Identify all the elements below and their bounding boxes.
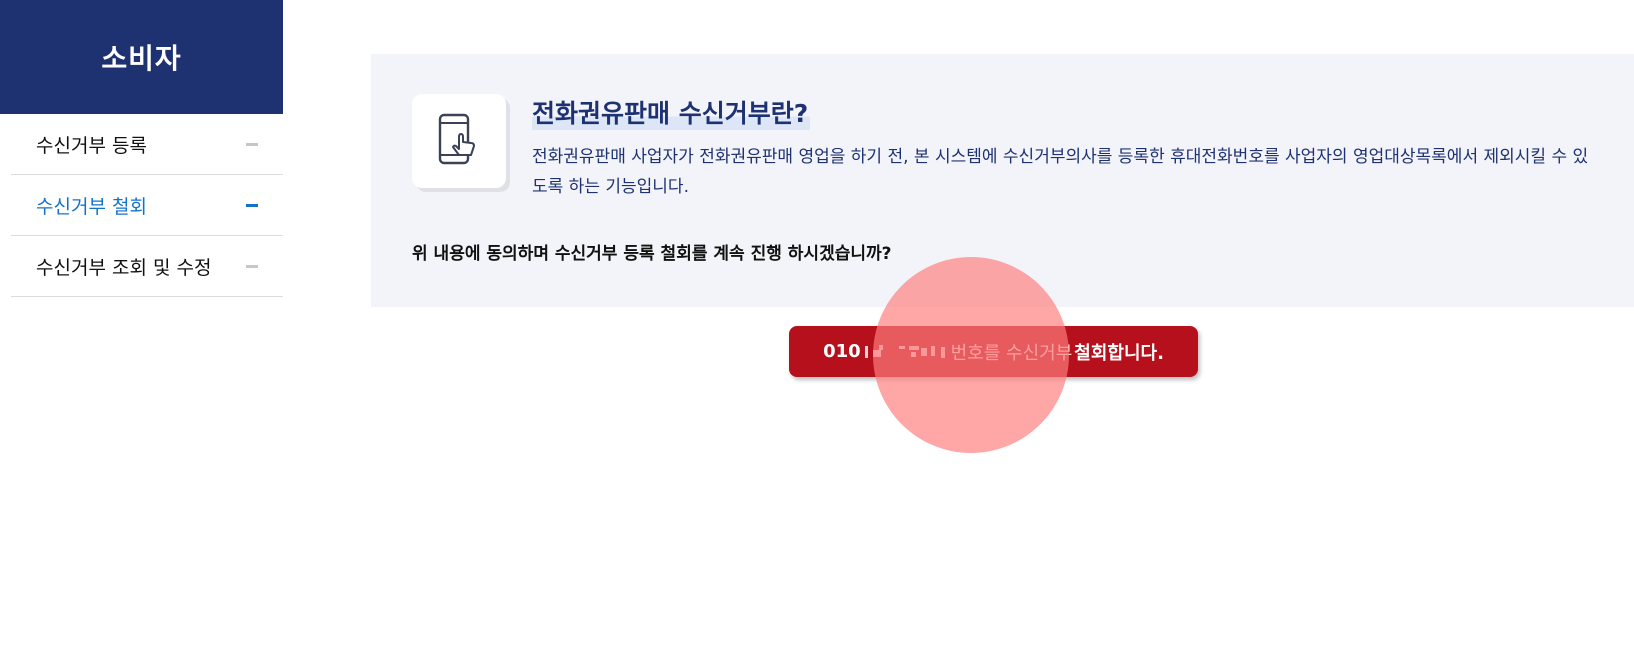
button-label-mid: 번호를 수신거부 [950,342,1073,364]
phone-touch-icon-graphic [438,113,475,165]
sidebar-title: 소비자 [0,0,283,114]
sidebar-item-withdraw[interactable]: 수신거부 철회 [11,175,283,236]
button-label-end: 철회합니다. [1074,342,1164,364]
withdraw-confirm-button[interactable]: 010 번호를 수신거부 철회합니다. [789,326,1198,377]
minus-icon [246,143,258,146]
info-title: 전화권유판매 수신거부란? [532,94,811,130]
sidebar: 소비자 수신거부 등록 수신거부 철회 수신거부 조회 및 수정 [0,0,283,297]
sidebar-menu: 수신거부 등록 수신거부 철회 수신거부 조회 및 수정 [11,114,283,297]
phone-prefix: 010 [823,341,861,362]
sidebar-item-register[interactable]: 수신거부 등록 [11,114,283,175]
sidebar-item-label: 수신거부 철회 [36,195,147,218]
minus-icon [246,265,258,268]
masked-phone-number [863,344,949,360]
minus-icon [246,204,258,207]
info-panel: 전화권유판매 수신거부란? 전화권유판매 사업자가 전화권유판매 영업을 하기 … [371,54,1634,307]
sidebar-item-lookup-edit[interactable]: 수신거부 조회 및 수정 [11,236,283,297]
page: 소비자 수신거부 등록 수신거부 철회 수신거부 조회 및 수정 전화권유판매 … [0,0,1634,658]
info-description: 전화권유판매 사업자가 전화권유판매 영업을 하기 전, 본 시스템에 수신거부… [532,147,1589,197]
confirm-question: 위 내용에 동의하며 수신거부 등록 철회를 계속 진행 하시겠습니까? [412,244,892,264]
phone-touch-icon [412,94,506,188]
sidebar-item-label: 수신거부 등록 [36,134,147,157]
sidebar-item-label: 수신거부 조회 및 수정 [36,256,212,279]
